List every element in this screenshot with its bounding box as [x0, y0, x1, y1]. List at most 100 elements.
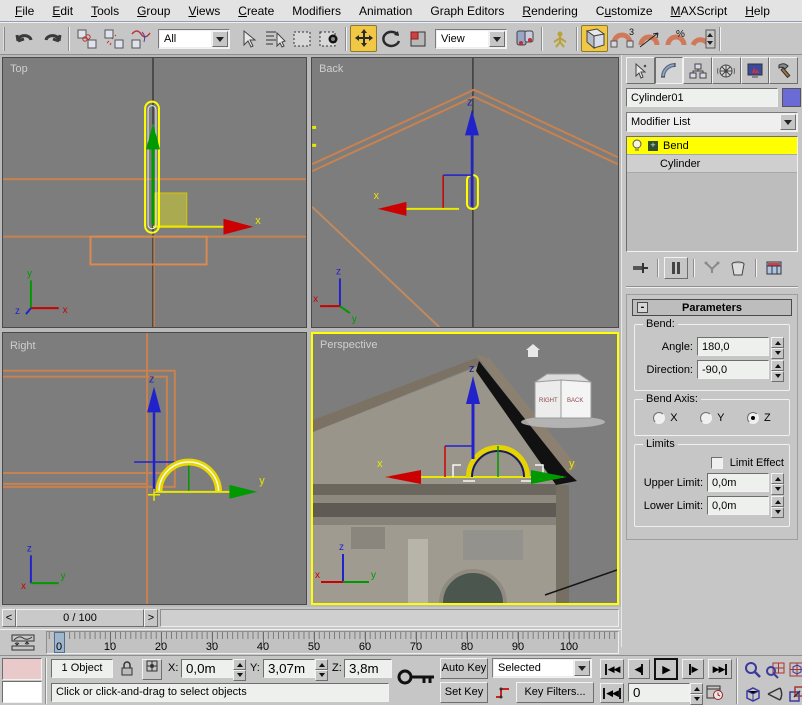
viewport-right[interactable]: z y z y x Right: [2, 332, 307, 605]
menu-item[interactable]: Edit: [43, 2, 82, 20]
bulb-icon[interactable]: [631, 139, 643, 153]
viewport-label[interactable]: Top: [10, 63, 28, 75]
axis-y-radio[interactable]: Y: [700, 412, 724, 424]
dropdown-arrow-icon[interactable]: [212, 31, 228, 47]
selection-filter-dropdown[interactable]: All: [158, 29, 230, 49]
angle-spinner[interactable]: [771, 337, 784, 356]
set-keys-icon[interactable]: [396, 666, 438, 691]
menu-item[interactable]: Create: [229, 2, 283, 20]
previous-frame-button[interactable]: ◀: [628, 659, 650, 679]
axis-z-radio[interactable]: Z: [747, 412, 771, 424]
absolute-offset-toggle-icon[interactable]: [142, 659, 162, 680]
key-mode-dropdown[interactable]: Selected: [492, 658, 592, 678]
show-end-result-icon[interactable]: [664, 257, 688, 279]
snaps-toggle-icon[interactable]: [581, 25, 608, 52]
viewcube-back-face[interactable]: BACK: [567, 398, 583, 404]
dropdown-arrow-icon[interactable]: [489, 31, 505, 47]
viewport-label[interactable]: Right: [10, 340, 35, 352]
link-icon[interactable]: [73, 25, 100, 52]
menu-item[interactable]: Help: [736, 2, 779, 20]
menu-item[interactable]: Group: [128, 2, 179, 20]
remove-modifier-icon[interactable]: [726, 257, 750, 279]
tab-display[interactable]: [741, 57, 770, 84]
parameters-rollout-header[interactable]: - Parameters: [632, 299, 792, 316]
time-slider-prev-button[interactable]: <: [2, 609, 16, 627]
window-crossing-icon[interactable]: [315, 25, 342, 52]
track-bar-ruler[interactable]: 0102030405060708090100: [46, 631, 619, 654]
angle-field[interactable]: [697, 337, 769, 356]
use-center-icon[interactable]: [511, 25, 538, 52]
select-object-icon[interactable]: [234, 25, 261, 52]
next-frame-button[interactable]: ▶: [682, 659, 704, 679]
redo-icon[interactable]: [38, 25, 65, 52]
viewport-top[interactable]: x y x z Top: [2, 57, 307, 328]
time-slider-next-button[interactable]: >: [144, 609, 158, 627]
tab-create[interactable]: [626, 57, 655, 84]
stack-item-bend[interactable]: + Bend: [627, 137, 797, 155]
angle-snap-icon[interactable]: 3: [608, 25, 635, 52]
select-by-name-icon[interactable]: [261, 25, 288, 52]
reference-coord-dropdown[interactable]: View: [435, 29, 507, 49]
key-filters-button[interactable]: Key Filters...: [516, 682, 594, 703]
macro-recorder-pane[interactable]: [2, 658, 42, 680]
menu-item[interactable]: Graph Editors: [421, 2, 513, 20]
time-slider-track[interactable]: [160, 609, 619, 627]
select-and-scale-icon[interactable]: [404, 25, 431, 52]
current-frame-field[interactable]: [628, 683, 690, 702]
y-coord-field[interactable]: [263, 659, 315, 678]
mini-curve-editor-button[interactable]: [4, 632, 42, 654]
limit-effect-checkbox[interactable]: [711, 457, 723, 469]
axis-x-radio[interactable]: X: [653, 412, 677, 424]
frame-spinner[interactable]: [690, 683, 703, 702]
selection-lock-icon[interactable]: [120, 660, 134, 680]
play-button[interactable]: ▶: [654, 658, 678, 680]
direction-spinner[interactable]: [771, 360, 784, 379]
menu-item[interactable]: MAXScript: [662, 2, 737, 20]
menu-item[interactable]: File: [6, 2, 43, 20]
rect-selection-region-icon[interactable]: [288, 25, 315, 52]
stack-item-cylinder[interactable]: Cylinder: [627, 155, 797, 173]
time-configuration-icon[interactable]: [706, 683, 724, 704]
viewport-perspective[interactable]: RIGHT BACK: [311, 332, 619, 605]
lower-limit-field[interactable]: [707, 496, 769, 515]
viewport-label[interactable]: Back: [319, 63, 344, 75]
menu-item[interactable]: Modifiers: [283, 2, 350, 20]
lower-limit-spinner[interactable]: [771, 496, 784, 515]
select-and-move-icon[interactable]: [350, 25, 377, 52]
object-name-field[interactable]: [626, 88, 778, 107]
key-mode-toggle-button[interactable]: ◀◀: [600, 683, 624, 703]
auto-key-button[interactable]: Auto Key: [440, 658, 488, 679]
configure-modifier-sets-icon[interactable]: [762, 257, 786, 279]
upper-limit-spinner[interactable]: [771, 473, 784, 492]
bind-spacewarp-icon[interactable]: [127, 25, 154, 52]
modifier-list-dropdown[interactable]: Modifier List: [626, 112, 798, 132]
set-key-button[interactable]: Set Key: [440, 682, 488, 703]
default-in-out-tangents-icon[interactable]: [494, 683, 512, 704]
z-coord-field[interactable]: [344, 659, 392, 678]
dropdown-arrow-icon[interactable]: [780, 114, 796, 130]
y-coord-spinner[interactable]: [315, 659, 328, 678]
object-color-swatch[interactable]: [782, 88, 801, 107]
select-and-rotate-icon[interactable]: [377, 25, 404, 52]
spinner-snap-icon[interactable]: [689, 25, 716, 52]
tab-hierarchy[interactable]: [683, 57, 712, 84]
tab-utilities[interactable]: [769, 57, 798, 84]
x-coord-field[interactable]: [181, 659, 233, 678]
menu-item[interactable]: Views: [179, 2, 229, 20]
select-and-manipulate-icon[interactable]: [546, 25, 573, 52]
go-to-end-button[interactable]: ▶▶: [708, 659, 732, 679]
pin-stack-icon[interactable]: [628, 257, 652, 279]
tab-motion[interactable]: [712, 57, 741, 84]
time-slider-thumb[interactable]: 0 / 100: [16, 609, 144, 627]
menu-item[interactable]: Animation: [350, 2, 421, 20]
x-coord-spinner[interactable]: [233, 659, 246, 678]
dropdown-arrow-icon[interactable]: [574, 660, 590, 676]
menu-item[interactable]: Customize: [587, 2, 662, 20]
percent-snap-icon[interactable]: %: [662, 25, 689, 52]
angle-snap-toggle-icon[interactable]: [635, 25, 662, 52]
unlink-icon[interactable]: [100, 25, 127, 52]
collapse-icon[interactable]: -: [637, 302, 648, 313]
viewcube-right-face[interactable]: RIGHT: [539, 398, 558, 404]
menu-item[interactable]: Tools: [82, 2, 128, 20]
maxscript-listener-pane[interactable]: [2, 681, 42, 703]
